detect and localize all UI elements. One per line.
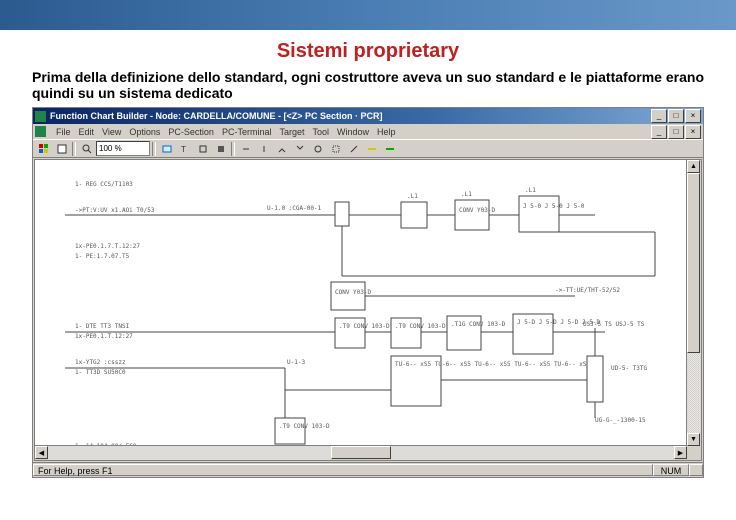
menu-window[interactable]: Window bbox=[337, 127, 369, 137]
mdi-minimize-button[interactable]: _ bbox=[651, 125, 667, 139]
application-window: Function Chart Builder - Node: CARDELLA/… bbox=[32, 107, 704, 478]
app-icon bbox=[35, 111, 46, 122]
menu-options[interactable]: Options bbox=[129, 127, 160, 137]
slide-heading: Sistemi proprietary bbox=[0, 40, 736, 63]
close-button[interactable]: × bbox=[685, 109, 701, 123]
menu-view[interactable]: View bbox=[102, 127, 121, 137]
window-titlebar: Function Chart Builder - Node: CARDELLA/… bbox=[33, 108, 703, 124]
tool-button-5[interactable] bbox=[237, 141, 254, 157]
scroll-corner bbox=[687, 446, 701, 460]
diagram-text: .L1 bbox=[525, 187, 536, 194]
menu-bar: File Edit View Options PC-Section PC-Ter… bbox=[33, 124, 703, 139]
tool-button-6[interactable] bbox=[255, 141, 272, 157]
diagram-text: 1- TT3D SU50C0 bbox=[75, 369, 126, 376]
diagram-svg: 1- REG CCS/T1103 ->PT:V:UV x1.AOi T0/53 … bbox=[35, 160, 695, 460]
scroll-track[interactable] bbox=[391, 446, 674, 460]
status-help-text: For Help, press F1 bbox=[33, 464, 653, 476]
menu-pcterminal[interactable]: PC-Terminal bbox=[222, 127, 272, 137]
diagram-text: 1x-PE0.1.7.T.12:27 bbox=[75, 243, 140, 250]
tool-button-12[interactable] bbox=[363, 141, 380, 157]
diagram-text: 1- PE:1.7.07.T5 bbox=[75, 253, 130, 260]
scroll-thumb[interactable] bbox=[687, 173, 700, 353]
diagram-text: TU-6-- xS5 TU-6-- xS5 TU-6-- xS5 TU-6-- … bbox=[395, 361, 590, 368]
status-numlock: NUM bbox=[653, 464, 689, 476]
diagram-text: USJ-5 TS USJ-5 TS bbox=[583, 321, 645, 328]
tool-button-3[interactable] bbox=[194, 141, 211, 157]
menu-help[interactable]: Help bbox=[377, 127, 396, 137]
tool-button-8[interactable] bbox=[291, 141, 308, 157]
scroll-thumb[interactable] bbox=[331, 446, 391, 459]
zoom-field[interactable]: 100 % bbox=[96, 141, 150, 156]
diagram-text: .L1 bbox=[407, 193, 418, 200]
tool-button-11[interactable] bbox=[345, 141, 362, 157]
diagram-text: ->PT:V:UV x1.AOi T0/53 bbox=[75, 207, 155, 214]
toolbar-separator bbox=[72, 142, 76, 156]
horizontal-scrollbar[interactable]: ◀ ▶ bbox=[35, 445, 687, 460]
diagram-text: .T9 CONV 103-D bbox=[339, 323, 390, 330]
tool-button-1[interactable] bbox=[158, 141, 175, 157]
menu-file[interactable]: File bbox=[56, 127, 71, 137]
tool-button-9[interactable] bbox=[309, 141, 326, 157]
slide-body-text: Prima della definizione dello standard, … bbox=[0, 69, 736, 107]
scroll-left-button[interactable]: ◀ bbox=[35, 446, 48, 459]
menu-tool[interactable]: Tool bbox=[312, 127, 329, 137]
toolbar-separator bbox=[152, 142, 156, 156]
scroll-track[interactable] bbox=[687, 353, 701, 433]
diagram-text: CONV Y03-D bbox=[459, 207, 496, 214]
window-title: Function Chart Builder - Node: CARDELLA/… bbox=[50, 111, 651, 121]
diagram-text: .T9 CONV 103-D bbox=[279, 423, 330, 430]
menu-pcsection[interactable]: PC-Section bbox=[168, 127, 214, 137]
diagram-text: CONV Y03-D bbox=[335, 289, 372, 296]
diagram-text: .T9 CONV 103-D bbox=[395, 323, 446, 330]
diagram-text: 1- REG CCS/T1103 bbox=[75, 181, 133, 188]
diagram-text: UD-5- T3TG bbox=[611, 365, 648, 372]
diagram-text: J 5-0 J 5-0 J 5-0 bbox=[523, 203, 585, 210]
diagram-text: 1x-YTG2 :csszz bbox=[75, 359, 126, 366]
tool-button-13[interactable] bbox=[381, 141, 398, 157]
scroll-up-button[interactable]: ▲ bbox=[687, 160, 700, 173]
toolbar: 100 % T bbox=[33, 139, 703, 158]
diagram-text: U-1.0 :CGA-00-1 bbox=[267, 205, 322, 212]
scroll-right-button[interactable]: ▶ bbox=[674, 446, 687, 459]
mdi-doc-icon bbox=[35, 126, 46, 137]
tool-palette-button[interactable] bbox=[35, 141, 52, 157]
diagram-text: UG-G-_-1300-15 bbox=[595, 417, 646, 424]
diagram-text: 1x-PE0.1.T.12:27 bbox=[75, 333, 133, 340]
scroll-track[interactable] bbox=[48, 446, 331, 460]
tool-button-10[interactable] bbox=[327, 141, 344, 157]
svg-text:T: T bbox=[181, 145, 186, 154]
status-resize-grip[interactable] bbox=[689, 464, 703, 476]
mdi-close-button[interactable]: × bbox=[685, 125, 701, 139]
maximize-button[interactable]: □ bbox=[668, 109, 684, 123]
diagram-canvas[interactable]: 1- REG CCS/T1103 ->PT:V:UV x1.AOi T0/53 … bbox=[34, 159, 702, 461]
slide-top-bar bbox=[0, 0, 736, 30]
diagram-text: U-1-3 bbox=[287, 359, 305, 366]
tool-zoom-button[interactable] bbox=[78, 141, 95, 157]
tool-button-4[interactable] bbox=[212, 141, 229, 157]
minimize-button[interactable]: _ bbox=[651, 109, 667, 123]
scroll-down-button[interactable]: ▼ bbox=[687, 433, 700, 446]
tool-button-7[interactable] bbox=[273, 141, 290, 157]
mdi-maximize-button[interactable]: □ bbox=[668, 125, 684, 139]
menu-edit[interactable]: Edit bbox=[79, 127, 95, 137]
toolbar-separator bbox=[231, 142, 235, 156]
diagram-text: 1- DTE TT3 TNSI bbox=[75, 323, 130, 330]
diagram-text: .L1 bbox=[461, 191, 472, 198]
tool-preview-button[interactable] bbox=[53, 141, 70, 157]
diagram-text: .T1G CONV 103-D bbox=[451, 321, 506, 328]
status-bar: For Help, press F1 NUM bbox=[33, 462, 703, 477]
menu-target[interactable]: Target bbox=[279, 127, 304, 137]
tool-button-2[interactable]: T bbox=[176, 141, 193, 157]
diagram-text: ->-TT:UE/THT-52/52 bbox=[555, 287, 620, 294]
vertical-scrollbar[interactable]: ▲ ▼ bbox=[686, 160, 701, 446]
